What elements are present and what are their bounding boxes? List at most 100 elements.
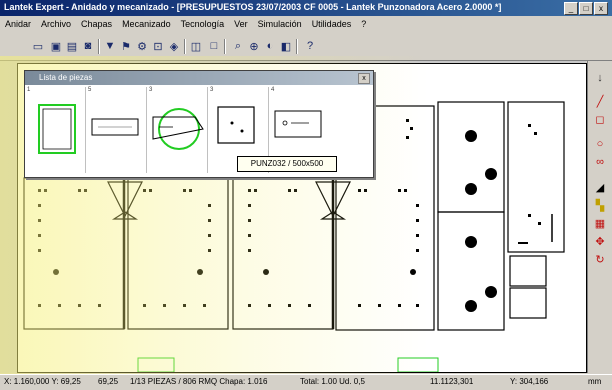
- toolbar-separator: [184, 39, 186, 54]
- help-icon[interactable]: ?: [302, 38, 318, 54]
- menu-archivo[interactable]: Archivo: [36, 17, 76, 33]
- hole: [288, 189, 291, 192]
- frame-icon[interactable]: □: [206, 38, 222, 54]
- status-coords: X: 1.160,000 Y: 69,25: [4, 377, 81, 386]
- part-outline: [42, 108, 72, 150]
- status-total: Total: 1.00 Ud. 0,5: [300, 377, 365, 386]
- hole: [183, 304, 186, 307]
- palette-item-count: 4: [271, 87, 275, 93]
- hole: [410, 269, 416, 275]
- title-bar: Lantek Expert - Anidado y mecanizado - […: [0, 0, 612, 16]
- tools-icon[interactable]: ⚙: [134, 38, 150, 54]
- hole: [528, 124, 531, 127]
- hole: [465, 183, 477, 195]
- palette-close-button[interactable]: x: [358, 73, 370, 84]
- window-title: Lantek Expert - Anidado y mecanizado - […: [4, 2, 502, 12]
- maximize-button[interactable]: □: [579, 2, 593, 15]
- sheet-part: [437, 211, 505, 331]
- palette-item-count: 3: [210, 87, 214, 93]
- hole: [230, 121, 234, 125]
- palette-icon[interactable]: ◐: [262, 38, 278, 54]
- hole: [534, 132, 537, 135]
- palette-item[interactable]: 5: [86, 87, 147, 173]
- hole: [248, 249, 251, 252]
- save-as-icon[interactable]: ▤: [64, 38, 80, 54]
- menu-chapas[interactable]: Chapas: [76, 17, 117, 33]
- main-toolbar: ▭ ▣ ▤ ◙ ▼ ⚑ ⚙ ⊡ ◈ ◫ □ ⌕ ⊕ ◐ ◧ ?: [0, 34, 612, 61]
- circle-icon[interactable]: ○: [592, 137, 608, 151]
- hole: [538, 222, 541, 225]
- hole: [163, 304, 166, 307]
- sheet-icon[interactable]: ⊡: [150, 38, 166, 54]
- hole: [98, 304, 101, 307]
- hole: [208, 249, 211, 252]
- hole: [248, 189, 251, 192]
- close-button[interactable]: x: [594, 2, 608, 15]
- part-tooltip: PUNZ032 / 500x500: [237, 156, 337, 172]
- part-outline: [217, 106, 255, 144]
- hole: [485, 168, 497, 180]
- save-icon[interactable]: ▣: [48, 38, 64, 54]
- part-preview: [38, 104, 76, 154]
- sheet-part: [437, 101, 505, 213]
- parts-icon[interactable]: ◈: [166, 38, 182, 54]
- menu-mecanizado[interactable]: Mecanizado: [117, 17, 176, 33]
- hole: [263, 269, 269, 275]
- palette-title-bar[interactable]: Lista de piezas x: [25, 71, 373, 85]
- menu-tecnologia[interactable]: Tecnología: [176, 17, 230, 33]
- toolbar-separator: [296, 39, 298, 54]
- hole: [78, 189, 81, 192]
- rotate-icon[interactable]: ↻: [592, 253, 608, 267]
- hole: [416, 219, 419, 222]
- part-preview: [91, 118, 139, 136]
- hole: [288, 304, 291, 307]
- hole: [38, 304, 41, 307]
- hole: [197, 269, 203, 275]
- hole: [485, 286, 497, 298]
- hole: [58, 304, 61, 307]
- hole: [406, 136, 409, 139]
- hole: [268, 304, 271, 307]
- window-icon[interactable]: ◫: [188, 38, 204, 54]
- hole: [465, 236, 477, 248]
- hole: [189, 189, 192, 192]
- hole: [38, 189, 41, 192]
- view-icon[interactable]: ◧: [278, 38, 294, 54]
- nest-icon[interactable]: ⚑: [118, 38, 134, 54]
- palette-icon[interactable]: ▚: [592, 199, 608, 213]
- new-file-icon[interactable]: ▭: [30, 38, 46, 54]
- hole: [248, 304, 251, 307]
- hole: [404, 189, 407, 192]
- zoom-icon[interactable]: ⌕: [230, 38, 246, 54]
- hole: [203, 304, 206, 307]
- hole: [294, 189, 297, 192]
- move-icon[interactable]: ✥: [592, 235, 608, 249]
- palette-item-count: 3: [149, 87, 153, 93]
- status-info: 1/13 PIEZAS / 806 RMQ Chapa: 1.016: [130, 377, 268, 386]
- menu-ver[interactable]: Ver: [229, 17, 253, 33]
- arrow-icon[interactable]: ↓: [592, 71, 608, 85]
- menu-utilidades[interactable]: Utilidades: [307, 17, 357, 33]
- link-icon[interactable]: ∞: [592, 155, 608, 169]
- zoom-window-icon[interactable]: ⊕: [246, 38, 262, 54]
- hole: [410, 127, 413, 130]
- line-icon[interactable]: ╱: [592, 95, 608, 109]
- green-marker: [397, 357, 439, 373]
- hole: [528, 214, 531, 217]
- menu-help[interactable]: ?: [356, 17, 371, 33]
- palette-item-count: 5: [88, 87, 92, 93]
- hole: [282, 120, 288, 126]
- fill-icon[interactable]: ◢: [592, 181, 608, 195]
- menu-simulacion[interactable]: Simulación: [253, 17, 307, 33]
- hole: [38, 204, 41, 207]
- print-icon[interactable]: ◙: [80, 38, 96, 54]
- palette-item[interactable]: 3: [147, 87, 208, 173]
- rectangle-icon[interactable]: ◻: [592, 113, 608, 127]
- hole: [416, 204, 419, 207]
- minimize-button[interactable]: _: [564, 2, 578, 15]
- hole: [240, 129, 244, 133]
- grid-icon[interactable]: ▦: [592, 217, 608, 231]
- palette-item[interactable]: 1: [25, 87, 86, 173]
- menu-anidar[interactable]: Anidar: [0, 17, 36, 33]
- filter-icon[interactable]: ▼: [102, 38, 118, 54]
